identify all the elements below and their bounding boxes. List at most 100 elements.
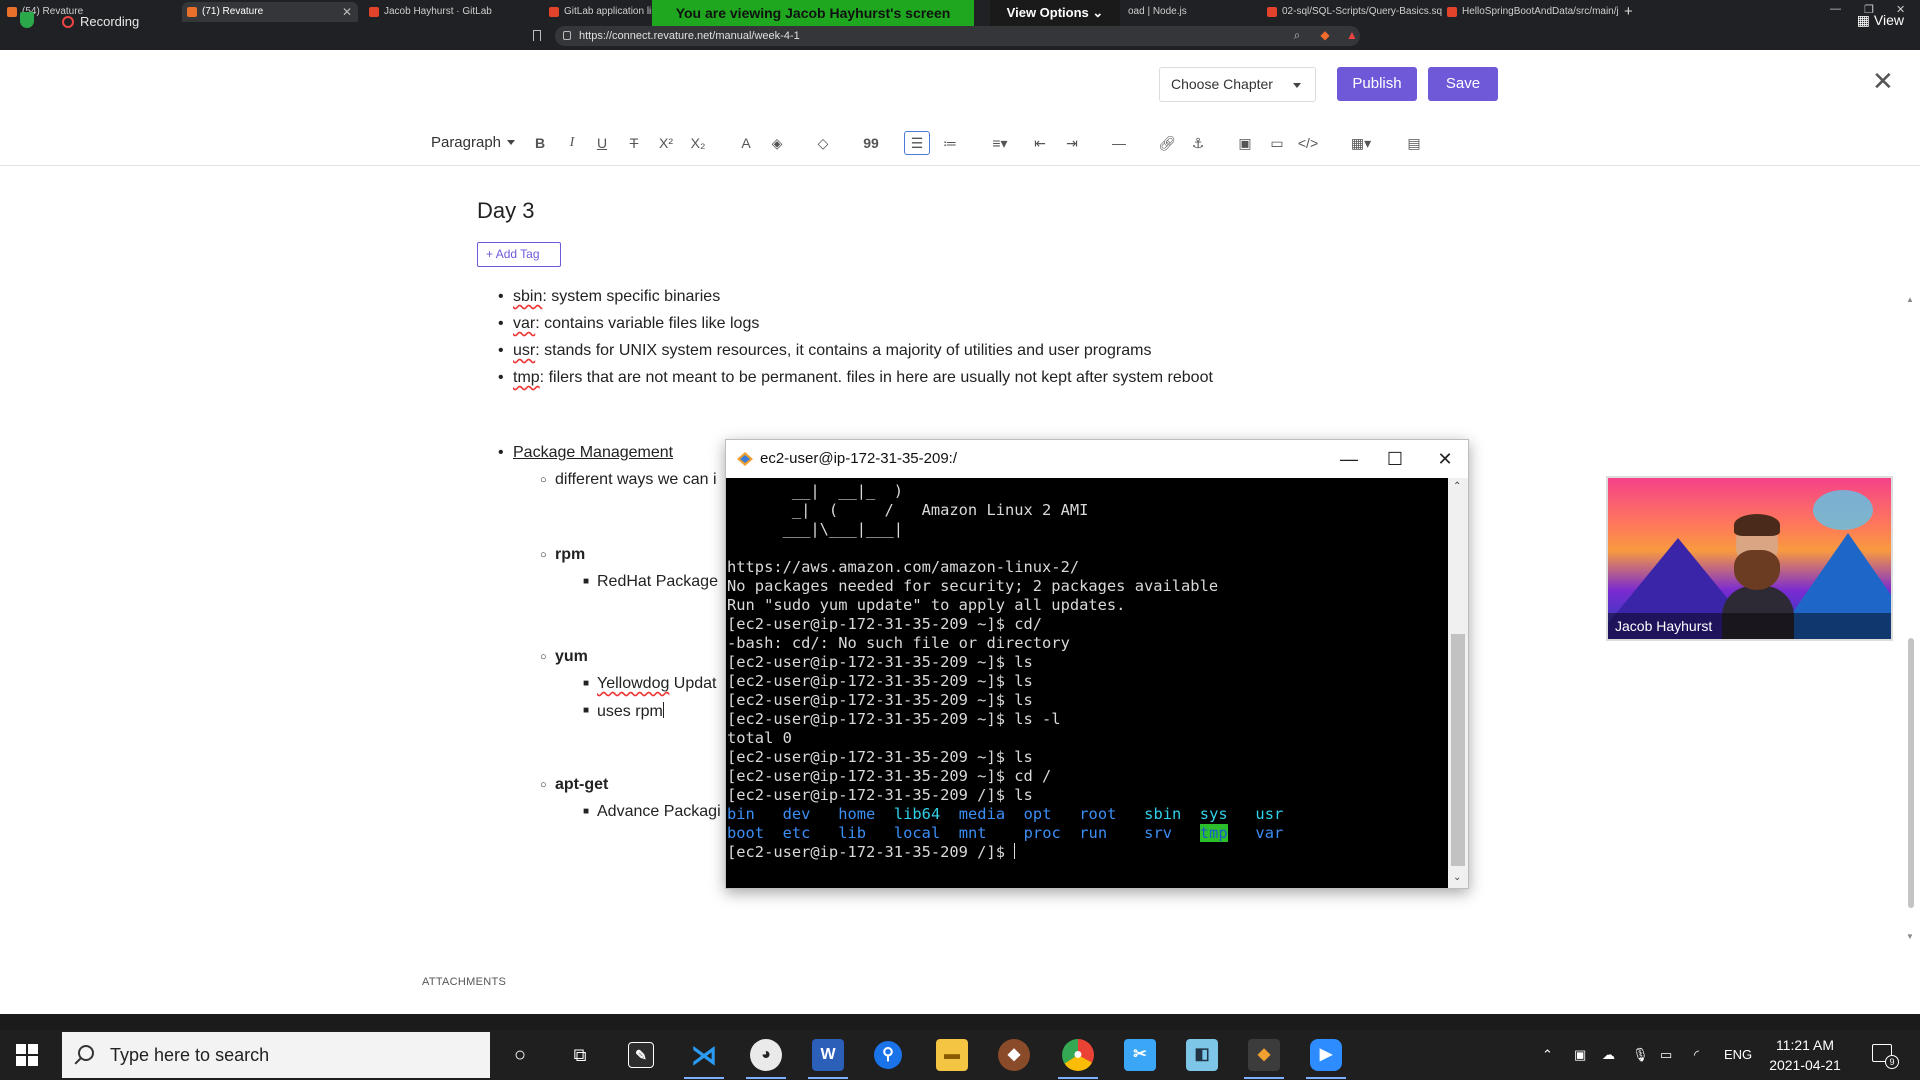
taskbar-search-input[interactable]: Type here to search — [62, 1032, 490, 1078]
directory-entry: var — [1255, 824, 1284, 842]
participant-video-tile[interactable]: Jacob Hayhurst — [1606, 476, 1893, 641]
participant-name: Jacob Hayhurst — [1608, 613, 1891, 639]
indent-icon[interactable]: ⇥ — [1062, 125, 1082, 161]
column-gap — [1061, 824, 1080, 842]
address-bar[interactable]: https://connect.revature.net/manual/week… — [555, 26, 1360, 46]
cortana-icon[interactable]: ○ — [504, 1039, 536, 1071]
clear-format-icon[interactable]: ◇ — [813, 125, 833, 161]
column-gap — [987, 824, 1024, 842]
maximize-icon[interactable]: ☐ — [1372, 440, 1418, 478]
close-editor-icon[interactable]: ✕ — [1872, 68, 1894, 94]
paragraph-style-dropdown[interactable]: Paragraph — [428, 125, 518, 161]
new-tab-button[interactable]: + — [1620, 2, 1644, 22]
remote-desktop-icon[interactable]: ◧ — [1186, 1039, 1218, 1071]
tab-gitlab-profile[interactable]: Jacob Hayhurst · GitLab — [364, 2, 540, 22]
horizontal-rule-icon[interactable]: — — [1109, 125, 1129, 161]
outdent-icon[interactable]: ⇤ — [1030, 125, 1050, 161]
zoom-icon[interactable]: ▶ — [1306, 1039, 1346, 1079]
show-hidden-icons-icon[interactable]: ⌃ — [1542, 1047, 1553, 1063]
superscript-icon[interactable]: X² — [655, 125, 677, 161]
link-icon[interactable]: 🔗︎ — [1157, 125, 1177, 161]
text-caret — [662, 702, 664, 718]
brave-browser-icon[interactable]: ◆ — [998, 1039, 1030, 1071]
chevron-down-icon[interactable]: ⌄ — [1453, 872, 1461, 883]
zoom-view-button[interactable]: ▦ View — [1857, 12, 1904, 29]
quote-icon[interactable]: 99 — [860, 125, 882, 161]
tab-revature-71[interactable]: (71) Revature ✕ — [182, 2, 358, 22]
tab-hellospringboot[interactable]: HelloSpringBootAndData/src/main/ja — [1442, 2, 1618, 22]
align-dropdown-icon[interactable]: ≡▾ — [986, 125, 1014, 161]
meet-now-icon[interactable]: ▣ — [1574, 1047, 1586, 1063]
close-icon[interactable]: ✕ — [1422, 440, 1468, 478]
list-text: : stands for UNIX system resources, it c… — [535, 342, 1152, 359]
battery-icon[interactable]: ▭ — [1660, 1047, 1672, 1063]
video-icon[interactable]: ▭ — [1266, 125, 1288, 161]
language-indicator[interactable]: ENG — [1724, 1047, 1752, 1062]
brave-lion-icon[interactable]: ◆ — [1318, 28, 1332, 42]
terminal-line: -bash: cd/: No such file or directory — [727, 634, 1070, 652]
terminal-window[interactable]: ec2-user@ip-172-31-35-209:/ — ☐ ✕ __| __… — [725, 439, 1469, 889]
chevron-up-icon[interactable]: ⌃ — [1453, 481, 1461, 492]
sticky-notes-icon[interactable]: ✎ — [628, 1042, 654, 1068]
brave-rewards-icon[interactable]: ▲ — [1345, 28, 1359, 42]
font-color-icon[interactable]: A — [735, 125, 757, 161]
italic-icon[interactable]: I — [562, 125, 582, 161]
view-options-button[interactable]: View Options ⌄ — [990, 0, 1120, 26]
image-icon[interactable]: ▣ — [1235, 125, 1255, 161]
square-bullet-icon: ■ — [583, 576, 590, 587]
page-scrollbar[interactable] — [1908, 298, 1914, 938]
vscode-icon[interactable]: ⋊ — [684, 1039, 724, 1079]
directory-entry: mnt — [958, 824, 987, 842]
tab-gitlab-app[interactable]: GitLab application lim — [544, 2, 652, 22]
terminal-scrollbar[interactable]: ⌃ ⌄ — [1448, 478, 1468, 888]
template-icon[interactable]: ▤ — [1404, 125, 1424, 161]
terminal-output[interactable]: __| __|_ ) _| ( / Amazon Linux 2 AMI ___… — [726, 478, 1448, 888]
onedrive-icon[interactable]: ☁ — [1602, 1047, 1615, 1063]
word-icon[interactable]: W — [808, 1039, 848, 1079]
list-term: usr — [513, 342, 536, 359]
tab-nodejs[interactable]: oad | Node.js — [1110, 2, 1260, 22]
git-bash-taskbar-icon[interactable]: ◆ — [1244, 1039, 1284, 1079]
chrome-icon[interactable]: ● — [1058, 1039, 1098, 1079]
strikethrough-icon[interactable]: T — [624, 125, 644, 161]
anchor-icon[interactable]: ⚓︎ — [1188, 125, 1208, 161]
underline-icon[interactable]: U — [592, 125, 612, 161]
subscript-icon[interactable]: X₂ — [687, 125, 709, 161]
github-desktop-icon[interactable]: ◕ — [746, 1039, 786, 1079]
file-explorer-icon[interactable]: ▬ — [936, 1039, 968, 1071]
choose-chapter-dropdown[interactable]: Choose Chapter — [1159, 67, 1316, 102]
highlight-color-icon[interactable]: ◈ — [766, 125, 788, 161]
windows-start-icon[interactable] — [16, 1044, 38, 1066]
code-icon[interactable]: </> — [1296, 125, 1320, 161]
ls-output-row-2: boot etc lib local mnt proc run srv tmp … — [727, 824, 1448, 843]
numbered-list-icon[interactable]: ≔ — [939, 125, 961, 161]
zoom-magnifier-icon[interactable]: ⌕ — [1290, 28, 1304, 42]
save-button[interactable]: Save — [1428, 67, 1498, 101]
wifi-icon[interactable]: ◜ — [1694, 1047, 1699, 1063]
column-gap — [1051, 805, 1079, 823]
bullet-list-icon[interactable]: ☰ — [904, 131, 930, 155]
minimize-icon[interactable]: — — [1326, 440, 1372, 478]
scrollbar-thumb[interactable] — [1908, 638, 1914, 908]
microphone-icon[interactable]: 🎙︎ — [1632, 1047, 1649, 1063]
minimize-window-icon[interactable]: — — [1830, 3, 1841, 15]
close-tab-icon[interactable]: ✕ — [342, 2, 352, 22]
notification-center-icon[interactable]: 9 — [1872, 1044, 1899, 1069]
gitlab-favicon-icon — [549, 7, 559, 17]
snip-sketch-icon[interactable]: ✂ — [1124, 1039, 1156, 1071]
task-view-icon[interactable]: ⧉ — [564, 1039, 596, 1071]
bold-icon[interactable]: B — [530, 125, 550, 161]
table-dropdown-icon[interactable]: ▦▾ — [1346, 125, 1376, 161]
maps-pin-icon[interactable]: ⚲ — [874, 1041, 902, 1069]
tab-sql-scripts[interactable]: 02-sql/SQL-Scripts/Query-Basics.sql · — [1262, 2, 1442, 22]
list-term: var — [513, 315, 536, 332]
bookmark-icon[interactable] — [533, 30, 541, 41]
windows-taskbar: Type here to search ○ ⧉ ✎ ⋊ ◕ W ⚲ ▬ ◆ ● … — [0, 1030, 1920, 1080]
terminal-line: total 0 — [727, 729, 792, 747]
terminal-scrollbar-thumb[interactable] — [1451, 634, 1465, 866]
scroll-down-icon[interactable]: ▼ — [1906, 932, 1914, 941]
publish-button[interactable]: Publish — [1337, 67, 1417, 101]
clock[interactable]: 11:21 AM 2021-04-21 — [1760, 1035, 1850, 1075]
add-tag-button[interactable]: + Add Tag — [477, 242, 561, 267]
gitlab-favicon-icon — [1267, 7, 1277, 17]
